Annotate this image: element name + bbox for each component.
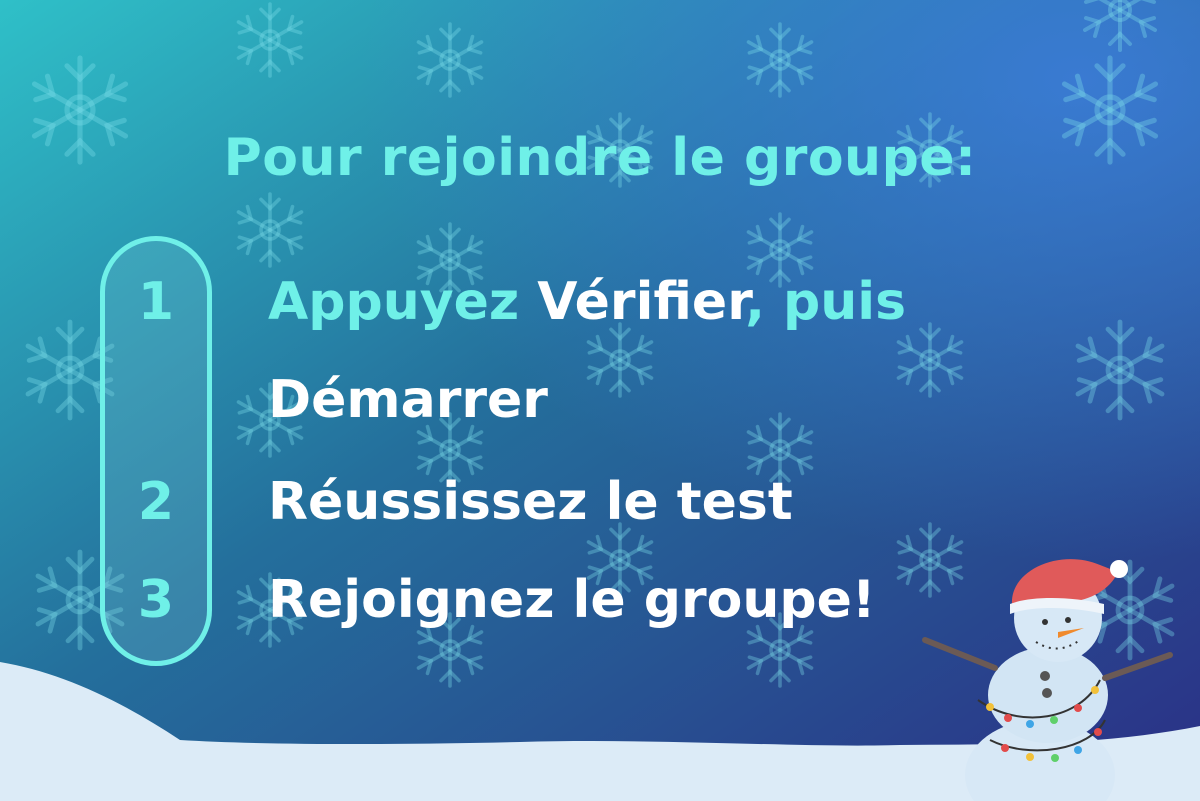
decor-layer: [0, 559, 1200, 801]
